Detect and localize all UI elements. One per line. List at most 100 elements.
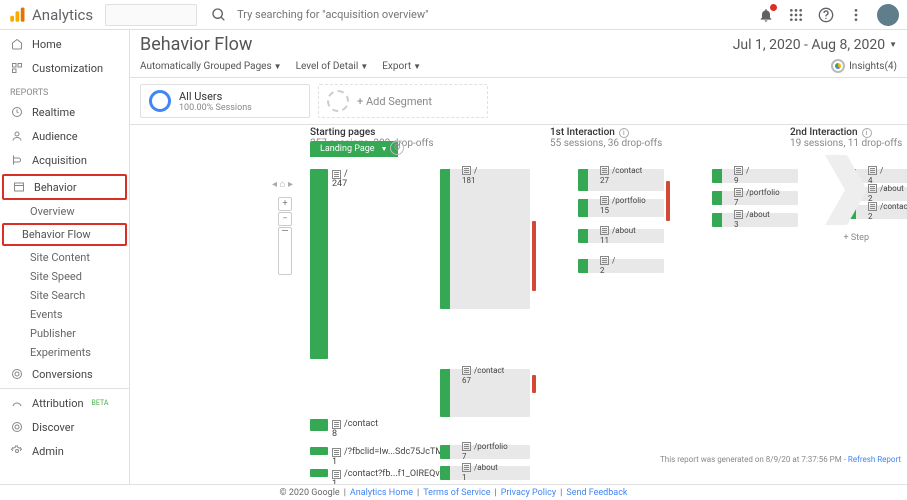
ctrl-grouped-pages[interactable]: Automatically Grouped Pages▼ bbox=[140, 61, 282, 72]
ctrl-level-of-detail[interactable]: Level of Detail▼ bbox=[296, 61, 369, 72]
zoom-slider[interactable] bbox=[278, 227, 292, 275]
flow-node[interactable]: /about1 bbox=[440, 466, 530, 480]
dimension-selector[interactable]: Landing Page▼ bbox=[310, 141, 398, 157]
sidebar-sub-site-search[interactable]: Site Search bbox=[0, 286, 129, 305]
segment-row: All Users 100.00% Sessions + Add Segment bbox=[130, 78, 907, 125]
flow-settings-gear-icon[interactable]: ⚙ bbox=[390, 141, 404, 155]
zoom-in-button[interactable]: + bbox=[278, 197, 292, 211]
page-icon bbox=[600, 196, 609, 205]
sidebar-item-customization[interactable]: Customization bbox=[0, 56, 129, 80]
more-icon[interactable] bbox=[847, 6, 865, 24]
avatar[interactable] bbox=[877, 4, 899, 26]
page-icon bbox=[600, 226, 609, 235]
flow-node[interactable]: /contact27 bbox=[578, 169, 664, 191]
account-selector[interactable] bbox=[105, 4, 197, 26]
flow-node[interactable]: /portfolio15 bbox=[578, 199, 664, 217]
flow-node[interactable]: /181 bbox=[440, 169, 530, 309]
zoom-controls: + − bbox=[278, 197, 292, 275]
sidebar-item-conversions[interactable]: Conversions bbox=[0, 362, 129, 386]
flow-node[interactable]: /about11 bbox=[578, 229, 664, 243]
page-icon bbox=[600, 166, 609, 175]
flow-node[interactable]: /2 bbox=[578, 259, 664, 273]
search-input[interactable] bbox=[235, 7, 511, 22]
landing-count: 8 bbox=[332, 429, 337, 439]
sidebar-sub-behavior-flow[interactable]: Behavior Flow bbox=[4, 225, 125, 244]
sidebar-sub-site-content[interactable]: Site Content bbox=[0, 248, 129, 267]
segment-circle-icon bbox=[149, 90, 171, 112]
page-icon bbox=[734, 210, 743, 219]
notifications-icon[interactable] bbox=[757, 6, 775, 24]
analytics-logo-icon bbox=[8, 6, 26, 24]
landing-count: 247 bbox=[332, 179, 347, 189]
page-icon bbox=[462, 442, 471, 451]
flow-node[interactable]: /9 bbox=[712, 169, 798, 183]
apps-icon[interactable] bbox=[787, 6, 805, 24]
segment-add[interactable]: + Add Segment bbox=[318, 84, 488, 118]
sidebar-sub-site-speed[interactable]: Site Speed bbox=[0, 267, 129, 286]
help-icon[interactable] bbox=[817, 6, 835, 24]
segment-all-users[interactable]: All Users 100.00% Sessions bbox=[140, 84, 310, 118]
control-row: Automatically Grouped Pages▼ Level of De… bbox=[130, 59, 907, 78]
landing-node[interactable] bbox=[310, 169, 328, 359]
page-icon bbox=[600, 256, 609, 265]
footer-terms[interactable]: Terms of Service bbox=[423, 488, 490, 498]
logo-block[interactable]: Analytics bbox=[8, 6, 93, 24]
dropoff-indicator bbox=[532, 221, 536, 291]
landing-node[interactable] bbox=[310, 469, 328, 477]
sidebar-section-reports: Reports bbox=[0, 82, 129, 100]
date-range-picker[interactable]: Jul 1, 2020 - Aug 8, 2020 ▼ bbox=[733, 37, 897, 53]
landing-node[interactable] bbox=[310, 447, 328, 455]
footer-privacy[interactable]: Privacy Policy bbox=[501, 488, 556, 498]
sidebar-item-attribution[interactable]: AttributionBETA bbox=[0, 391, 129, 415]
sidebar-label: Realtime bbox=[32, 106, 75, 119]
info-icon[interactable]: i bbox=[862, 128, 872, 138]
page-icon bbox=[462, 166, 471, 175]
sidebar-item-discover[interactable]: Discover bbox=[0, 415, 129, 439]
flow-node[interactable]: /portfolio7 bbox=[440, 445, 530, 459]
title-row: Behavior Flow Jul 1, 2020 - Aug 8, 2020 … bbox=[130, 30, 907, 59]
sidebar-item-home[interactable]: Home bbox=[0, 32, 129, 56]
dashed-circle-icon bbox=[327, 90, 349, 112]
topbar: Analytics bbox=[0, 0, 907, 30]
flow-canvas[interactable]: Starting pages 257 sessions, 202 drop-of… bbox=[130, 125, 907, 484]
landing-node[interactable] bbox=[310, 419, 328, 431]
next-step-arrow-icon[interactable] bbox=[825, 155, 867, 225]
flow-area: /247/contact8/?fbclid=Iw...Sdc75JcTMc1/c… bbox=[310, 161, 907, 484]
info-icon[interactable]: i bbox=[619, 128, 629, 138]
flow-node[interactable]: /contact67 bbox=[440, 369, 530, 417]
footer-links: © 2020 Google |Analytics Home |Terms of … bbox=[0, 484, 907, 500]
sidebar-item-acquisition[interactable]: Acquisition bbox=[0, 148, 129, 172]
landing-count: 1 bbox=[332, 457, 337, 467]
sidebar-sub-overview[interactable]: Overview bbox=[0, 202, 129, 221]
flow-node[interactable]: /portfolio7 bbox=[712, 191, 798, 205]
sidebar-item-admin[interactable]: Admin bbox=[0, 439, 129, 463]
dropoff-indicator bbox=[532, 375, 536, 393]
landing-count: 1 bbox=[332, 479, 337, 484]
sidebar-item-behavior[interactable]: Behavior bbox=[4, 176, 125, 198]
sidebar-sub-experiments[interactable]: Experiments bbox=[0, 343, 129, 362]
ctrl-export[interactable]: Export▼ bbox=[382, 61, 421, 72]
sidebar-item-realtime[interactable]: Realtime bbox=[0, 100, 129, 124]
sidebar-label: Home bbox=[32, 38, 62, 51]
landing-label: /?fbclid=Iw...Sdc75JcTMc bbox=[332, 447, 448, 457]
footer-feedback[interactable]: Send Feedback bbox=[566, 488, 627, 498]
sidebar-label: Discover bbox=[32, 421, 74, 434]
footer-analytics-home[interactable]: Analytics Home bbox=[350, 488, 413, 498]
insights-button[interactable]: Insights(4) bbox=[831, 59, 897, 73]
sidebar-sub-events[interactable]: Events bbox=[0, 305, 129, 324]
search-icon[interactable] bbox=[211, 7, 227, 23]
landing-label: / bbox=[332, 169, 348, 179]
page-icon bbox=[462, 463, 471, 472]
search-wrap bbox=[211, 7, 511, 23]
zoom-out-button[interactable]: − bbox=[278, 212, 292, 226]
pan-left-right[interactable]: ◂ ⌂ ▸ bbox=[272, 179, 293, 190]
add-step-button[interactable]: + Step bbox=[844, 233, 869, 243]
sidebar-sub-behavior-flow-highlight: Behavior Flow bbox=[2, 223, 127, 246]
refresh-report-link[interactable]: Refresh Report bbox=[848, 455, 901, 464]
notification-badge bbox=[770, 4, 777, 11]
sidebar-item-audience[interactable]: Audience bbox=[0, 124, 129, 148]
page-icon bbox=[332, 470, 341, 479]
sidebar-label: Behavior bbox=[34, 181, 77, 194]
flow-node[interactable]: /about3 bbox=[712, 213, 798, 227]
sidebar-sub-publisher[interactable]: Publisher bbox=[0, 324, 129, 343]
